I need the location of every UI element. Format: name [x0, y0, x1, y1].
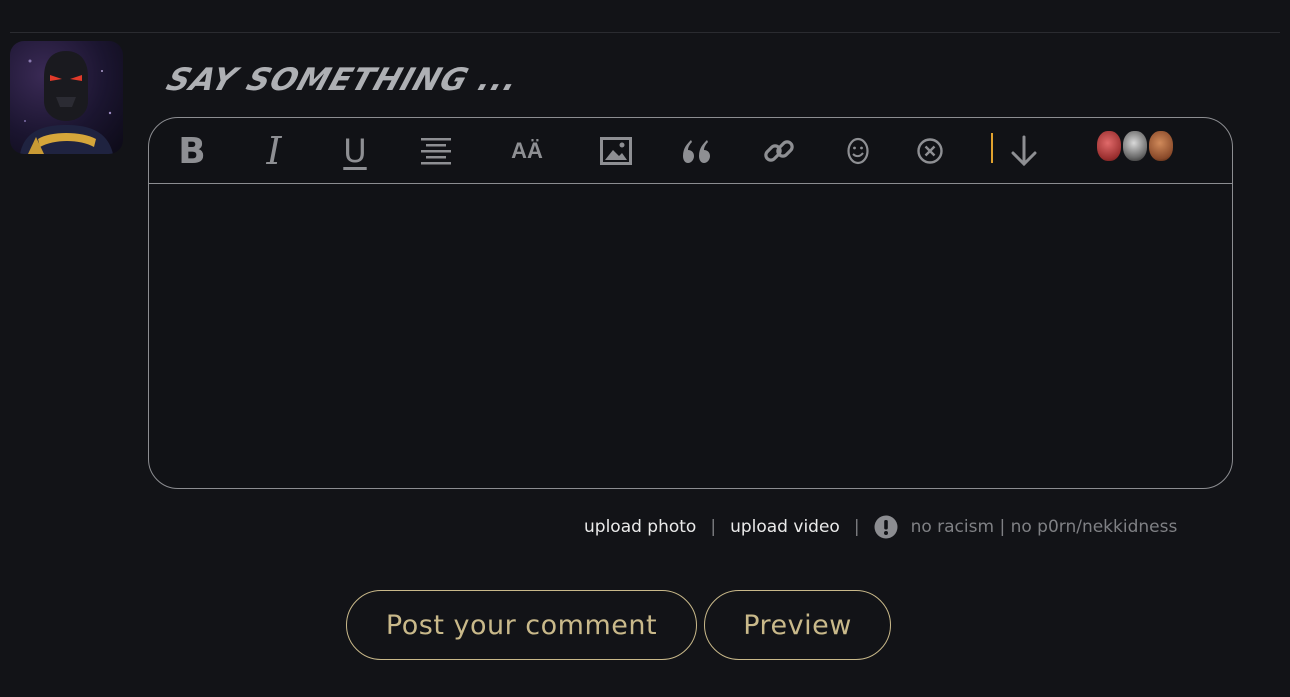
- arrow-down-icon[interactable]: [1001, 128, 1047, 174]
- separator: |: [853, 517, 860, 537]
- image-icon[interactable]: [593, 128, 639, 174]
- composer-heading: SAY SOMETHING ...: [162, 62, 524, 98]
- link-icon[interactable]: [756, 128, 802, 174]
- separator: |: [710, 517, 717, 537]
- posting-rules: no racism | no p0rn/nekkidness: [910, 517, 1178, 537]
- upload-photo-link[interactable]: upload photo: [584, 517, 696, 537]
- align-center-icon[interactable]: [413, 128, 459, 174]
- editor-toolbar: B I U AÄ: [149, 118, 1232, 184]
- avatar[interactable]: [10, 41, 123, 154]
- post-comment-button[interactable]: Post your comment: [346, 590, 697, 660]
- comment-editor: B I U AÄ: [148, 117, 1233, 489]
- top-divider: [10, 32, 1280, 33]
- upload-and-rules-row: upload photo | upload video | no racism …: [584, 515, 1177, 539]
- emoji-faces-icon[interactable]: [1097, 131, 1177, 163]
- exclamation-icon: [874, 515, 898, 539]
- face-emoji-icon: [1097, 131, 1121, 161]
- preview-button[interactable]: Preview: [704, 590, 891, 660]
- comment-textarea[interactable]: [149, 184, 1232, 488]
- toolbar-divider: [991, 133, 993, 163]
- font-size-icon[interactable]: AÄ: [504, 128, 550, 174]
- underline-icon[interactable]: U: [332, 128, 378, 174]
- face-emoji-icon: [1123, 131, 1147, 161]
- face-emoji-icon: [1149, 131, 1173, 161]
- quote-icon[interactable]: [674, 128, 720, 174]
- upload-video-link[interactable]: upload video: [730, 517, 840, 537]
- italic-icon[interactable]: I: [251, 128, 297, 174]
- clear-format-icon[interactable]: [907, 128, 953, 174]
- emoji-icon[interactable]: [835, 128, 881, 174]
- bold-icon[interactable]: B: [169, 128, 215, 174]
- avatar-image: [20, 51, 113, 154]
